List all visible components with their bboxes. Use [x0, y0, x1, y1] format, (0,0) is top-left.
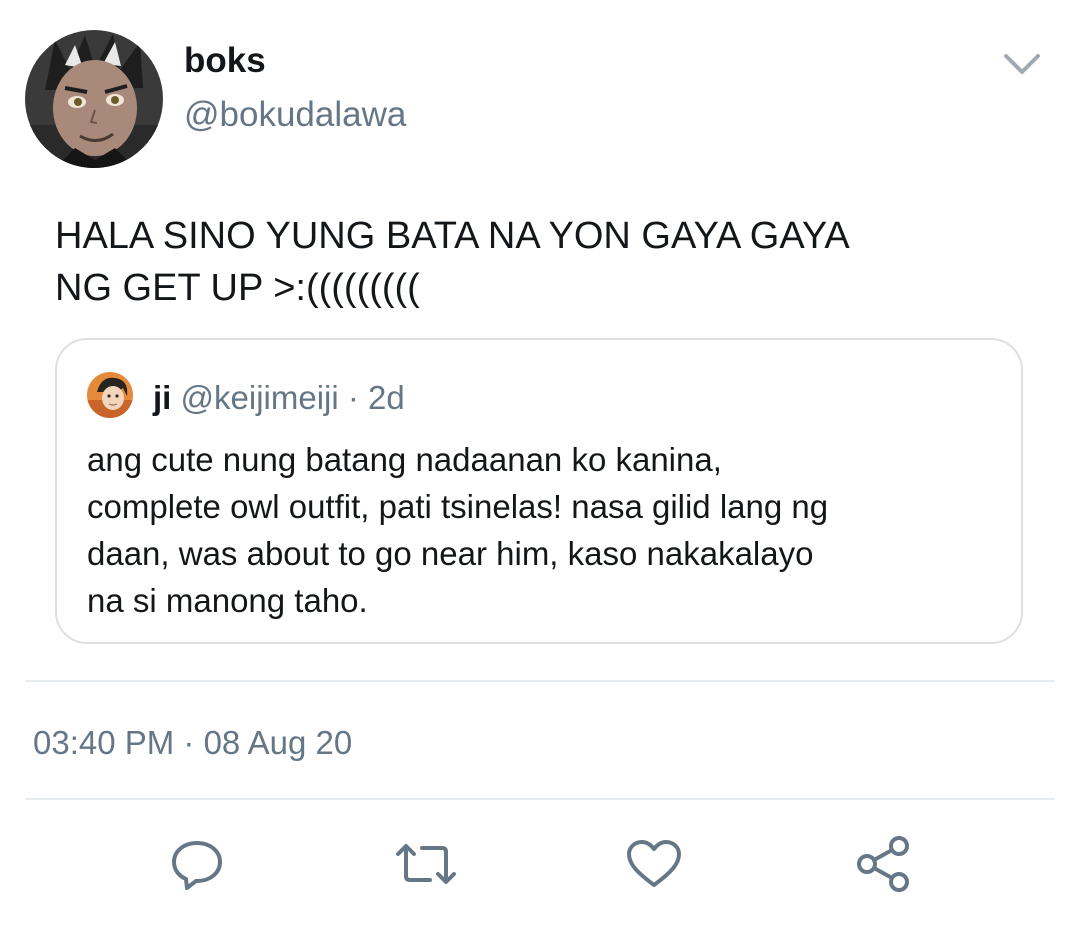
divider	[25, 798, 1055, 800]
author-display-name[interactable]: boks	[184, 40, 266, 82]
divider	[25, 680, 1055, 682]
quoted-tweet-text: ang cute nung batang nadaanan ko kanina,…	[87, 441, 829, 619]
quoted-author-handle: @keijimeiji	[180, 379, 339, 416]
reply-icon	[172, 841, 222, 890]
quoted-separator: ·	[347, 379, 359, 416]
quoted-tweet-card[interactable]: ji @keijimeiji · 2d ang cute nung batang…	[55, 338, 1023, 644]
tweet-text: HALA SINO YUNG BATA NA YON GAYA GAYA NG …	[55, 215, 850, 309]
reply-button[interactable]	[165, 832, 229, 896]
author-avatar[interactable]	[25, 30, 163, 168]
retweet-icon	[396, 844, 456, 884]
like-button[interactable]	[622, 832, 686, 896]
quoted-time: 2d	[368, 379, 405, 416]
share-button[interactable]	[851, 832, 915, 896]
share-icon	[857, 836, 909, 892]
chevron-down-icon[interactable]	[1000, 46, 1044, 80]
author-handle[interactable]: @bokudalawa	[184, 94, 406, 136]
quoted-author-name: ji	[153, 379, 172, 416]
retweet-button[interactable]	[394, 832, 458, 896]
heart-icon	[627, 840, 681, 887]
quoted-author-avatar[interactable]	[87, 372, 133, 418]
quoted-tweet-header: ji @keijimeiji · 2d	[153, 378, 405, 418]
tweet-timestamp: 03:40 PM · 08 Aug 20	[33, 724, 353, 761]
